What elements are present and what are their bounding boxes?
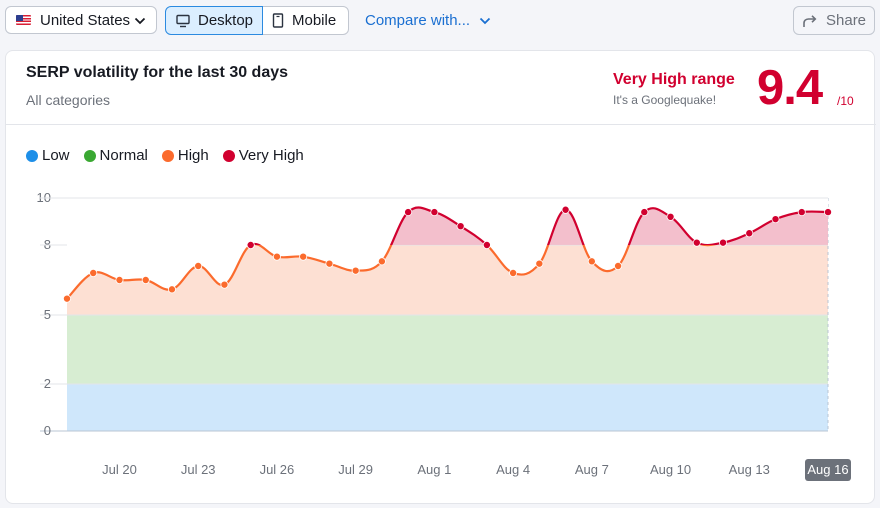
data-point: [63, 294, 72, 303]
y-tick-label: 2: [44, 376, 51, 391]
data-point: [824, 208, 833, 217]
data-point: [771, 215, 780, 224]
x-tick-label: Aug 1: [417, 462, 451, 477]
volatility-chart: 025810Jul 20Jul 23Jul 26Jul 29Aug 1Aug 4…: [37, 178, 851, 481]
data-point: [535, 259, 544, 268]
data-point: [141, 275, 150, 284]
data-point: [167, 285, 176, 294]
x-tick-label: Jul 26: [260, 462, 295, 477]
data-point: [745, 229, 754, 238]
data-point: [299, 252, 308, 261]
x-tick-label: Jul 20: [102, 462, 137, 477]
data-point: [456, 222, 465, 231]
data-point: [482, 240, 491, 249]
data-point: [719, 238, 728, 247]
x-tick-label: Jul 23: [181, 462, 216, 477]
range-band-low: [67, 384, 828, 431]
data-point: [666, 212, 675, 221]
data-point: [194, 261, 203, 270]
data-point: [561, 205, 570, 214]
data-point: [220, 280, 229, 289]
y-tick-label: 5: [44, 307, 51, 322]
desktop-icon: [176, 14, 190, 27]
x-tick-label: Aug 7: [575, 462, 609, 477]
data-point: [115, 275, 124, 284]
range-band-normal: [67, 315, 828, 384]
x-tick-label: Aug 4: [496, 462, 530, 477]
x-tick-label: Aug 16: [807, 462, 848, 477]
data-point: [430, 208, 439, 217]
data-point: [246, 240, 255, 249]
x-tick-label: Aug 10: [650, 462, 691, 477]
data-point: [797, 208, 806, 217]
data-point: [587, 257, 596, 266]
data-point: [272, 252, 281, 261]
data-point: [692, 238, 701, 247]
data-point: [614, 261, 623, 270]
data-point: [404, 208, 413, 217]
y-tick-label: 0: [44, 423, 51, 438]
device-desktop-button[interactable]: Desktop: [165, 6, 263, 35]
data-point: [325, 259, 334, 268]
data-point: [640, 208, 649, 217]
desktop-label: Desktop: [198, 12, 254, 29]
data-point: [351, 266, 360, 275]
x-tick-label: Jul 29: [338, 462, 373, 477]
x-tick-label: Aug 13: [729, 462, 770, 477]
data-point: [377, 257, 386, 266]
data-point: [509, 268, 518, 277]
data-point: [89, 268, 98, 277]
